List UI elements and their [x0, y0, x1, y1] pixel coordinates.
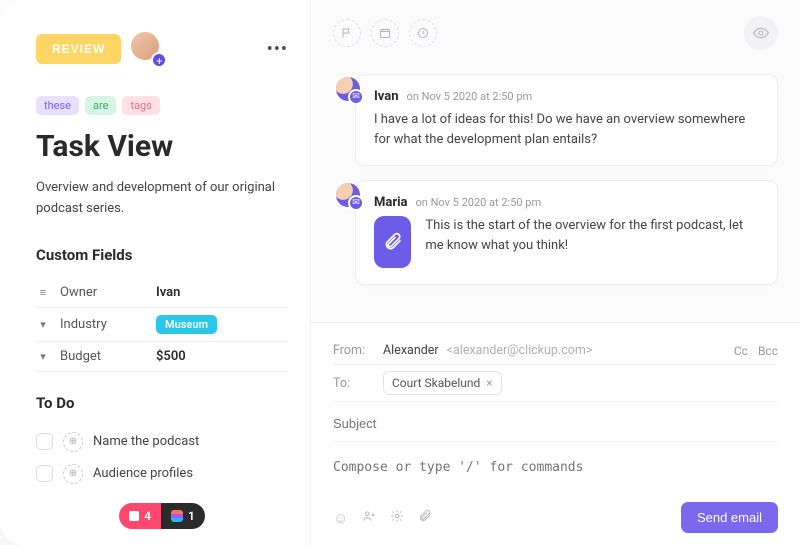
subject-input[interactable] [333, 412, 778, 441]
attachment-thumb[interactable] [374, 216, 411, 268]
left-header: REVIEW + ••• [36, 32, 288, 66]
todo-item[interactable]: ⊕ Name the podcast [36, 426, 288, 458]
flag-icon[interactable] [333, 19, 361, 47]
tag[interactable]: tags [122, 96, 159, 115]
comment-avatar: ✉ [334, 181, 362, 209]
custom-field-row-owner[interactable]: ≡ Owner Ivan [36, 278, 288, 308]
emoji-icon[interactable]: ☺ [333, 509, 348, 527]
comment-body: I have a lot of ideas for this! Do we ha… [374, 110, 759, 149]
comment-author: Ivan [374, 89, 399, 104]
budget-value: $500 [156, 349, 186, 364]
tag[interactable]: these [36, 96, 79, 115]
comment[interactable]: ✉ Ivan on Nov 5 2020 at 2:50 pm I have a… [355, 74, 778, 166]
integration-count: 4 [144, 509, 151, 523]
todo-label: Audience profiles [93, 466, 193, 481]
assignee-avatar[interactable]: + [131, 32, 165, 66]
industry-label: Industry [60, 317, 146, 332]
todo-checkbox[interactable] [36, 433, 53, 450]
add-assignee-icon[interactable]: + [151, 52, 167, 68]
figma-icon [171, 510, 183, 522]
todo-heading: To Do [36, 394, 288, 412]
compose-panel: From: Alexander <alexander@clickup.com> … [311, 322, 800, 545]
body-input[interactable] [333, 442, 778, 496]
send-button[interactable]: Send email [681, 502, 778, 533]
clock-icon[interactable] [409, 19, 437, 47]
comment-body: This is the start of the overview for th… [425, 216, 759, 255]
task-description[interactable]: Overview and development of our original… [36, 178, 288, 220]
todo-checkbox[interactable] [36, 465, 53, 482]
todo-label: Name the podcast [93, 434, 199, 449]
recipient-chip[interactable]: Court Skabelund × [383, 371, 502, 395]
mail-badge-icon: ✉ [348, 195, 364, 211]
tags-row: these are tags [36, 96, 288, 115]
tag[interactable]: are [85, 96, 116, 115]
custom-field-row-industry[interactable]: ▾ Industry Museum [36, 308, 288, 342]
from-email: <alexander@clickup.com> [447, 343, 593, 358]
budget-label: Budget [60, 349, 146, 364]
watch-icon[interactable] [744, 16, 778, 50]
budget-icon: ▾ [36, 350, 50, 363]
mention-icon[interactable] [362, 509, 376, 527]
owner-value: Ivan [156, 285, 180, 300]
comment-time: on Nov 5 2020 at 2:50 pm [416, 196, 542, 209]
comment-thread: ✉ Ivan on Nov 5 2020 at 2:50 pm I have a… [311, 66, 800, 299]
footer-counters: 4 1 [36, 503, 288, 529]
calendar-icon[interactable] [371, 19, 399, 47]
task-title[interactable]: Task View [36, 129, 288, 164]
assign-icon[interactable]: ⊕ [63, 432, 83, 452]
integration-icon [129, 511, 139, 521]
status-button[interactable]: REVIEW [36, 34, 121, 64]
custom-field-row-budget[interactable]: ▾ Budget $500 [36, 342, 288, 372]
comment-avatar: ✉ [334, 75, 362, 103]
remove-recipient-icon[interactable]: × [486, 376, 492, 390]
bcc-toggle[interactable]: Bcc [758, 344, 778, 358]
integration-pill-figma[interactable]: 1 [161, 503, 205, 529]
comment-time: on Nov 5 2020 at 2:50 pm [407, 90, 533, 103]
integration-pill-red[interactable]: 4 [119, 503, 161, 529]
todo-item[interactable]: ⊕ Audience profiles [36, 458, 288, 490]
to-label: To: [333, 376, 375, 391]
owner-icon: ≡ [36, 286, 50, 299]
todo-section: To Do ⊕ Name the podcast ⊕ Audience prof… [36, 394, 288, 490]
owner-label: Owner [60, 285, 146, 300]
from-label: From: [333, 343, 375, 358]
right-pane: ✉ Ivan on Nov 5 2020 at 2:50 pm I have a… [310, 0, 800, 545]
comment-author: Maria [374, 195, 408, 210]
compose-footer: ☺ Send email [333, 496, 778, 533]
industry-value-badge: Museum [156, 315, 217, 334]
app-window: REVIEW + ••• these are tags Task View Ov… [0, 0, 800, 545]
custom-fields-heading: Custom Fields [36, 246, 288, 264]
settings-icon[interactable] [390, 509, 404, 527]
integration-count: 1 [188, 509, 195, 523]
mail-badge-icon: ✉ [348, 89, 364, 105]
compose-from-row: From: Alexander <alexander@clickup.com> … [333, 337, 778, 365]
industry-icon: ▾ [36, 318, 50, 331]
assign-icon[interactable]: ⊕ [63, 464, 83, 484]
left-pane: REVIEW + ••• these are tags Task View Ov… [0, 0, 310, 545]
cc-toggle[interactable]: Cc [734, 344, 748, 358]
subject-row [333, 402, 778, 442]
from-name: Alexander [383, 343, 439, 358]
attach-icon[interactable] [418, 509, 432, 527]
comment[interactable]: ✉ Maria on Nov 5 2020 at 2:50 pm This is… [355, 180, 778, 285]
more-menu-icon[interactable]: ••• [267, 39, 288, 60]
right-toolbar [311, 0, 800, 66]
compose-to-row[interactable]: To: Court Skabelund × [333, 365, 778, 402]
recipient-name: Court Skabelund [392, 376, 480, 390]
